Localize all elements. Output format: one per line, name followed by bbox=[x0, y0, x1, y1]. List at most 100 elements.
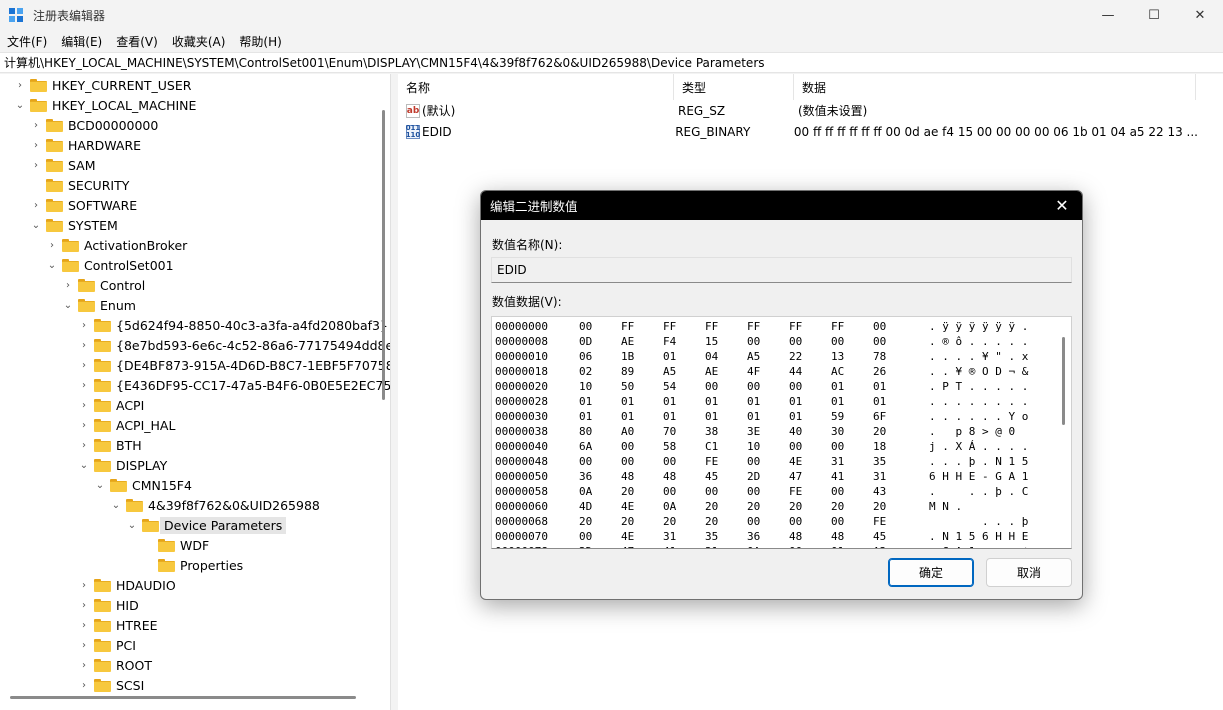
chevron-right-icon[interactable]: › bbox=[78, 615, 90, 635]
column-header-type[interactable]: 类型 bbox=[674, 74, 794, 100]
hex-address: 00000058 bbox=[495, 485, 548, 498]
column-header-data[interactable]: 数据 bbox=[794, 74, 1196, 100]
tree-node[interactable]: Properties bbox=[142, 555, 243, 575]
tree-node[interactable]: › {DE4BF873-915A-4D6D-B8C7-1EBF5F707588} bbox=[78, 355, 390, 375]
tree-node[interactable]: › SOFTWARE bbox=[30, 195, 137, 215]
chevron-right-icon[interactable]: › bbox=[78, 635, 90, 655]
chevron-down-icon[interactable]: ⌄ bbox=[14, 95, 26, 115]
tree-node[interactable]: › HKEY_CURRENT_USER bbox=[14, 75, 191, 95]
value-name-field[interactable]: EDID bbox=[491, 257, 1072, 283]
folder-icon bbox=[46, 178, 63, 192]
menu-edit[interactable]: 编辑(E) bbox=[54, 33, 109, 50]
chevron-right-icon[interactable]: › bbox=[30, 195, 42, 215]
tree-node[interactable]: ⌄ ControlSet001 bbox=[46, 255, 174, 275]
dialog-close-icon[interactable]: ✕ bbox=[1050, 191, 1074, 220]
tree-node[interactable]: ⌄ 4&39f8f762&0&UID265988 bbox=[110, 495, 320, 515]
menu-view[interactable]: 查看(V) bbox=[109, 33, 165, 50]
tree-node[interactable]: ⌄ Device Parameters bbox=[126, 515, 287, 535]
chevron-right-icon[interactable]: › bbox=[78, 595, 90, 615]
folder-icon bbox=[30, 98, 47, 112]
tree-node[interactable]: › HID bbox=[78, 595, 139, 615]
chevron-right-icon[interactable]: › bbox=[30, 115, 42, 135]
hex-row: 00000028 01 01 01 01 01 01 01 01 . . . . . . . . bbox=[495, 394, 1065, 409]
minimize-button[interactable]: — bbox=[1085, 0, 1131, 31]
tree-node[interactable]: › ActivationBroker bbox=[46, 235, 187, 255]
chevron-down-icon[interactable]: ⌄ bbox=[78, 455, 90, 475]
hex-byte: 47 bbox=[789, 470, 803, 483]
chevron-down-icon[interactable]: ⌄ bbox=[62, 295, 74, 315]
hex-byte: 20 bbox=[873, 500, 887, 513]
hex-byte: 4F bbox=[747, 365, 761, 378]
tree-node[interactable]: › BCD00000000 bbox=[30, 115, 158, 135]
tree-node[interactable]: ⌄ CMN15F4 bbox=[94, 475, 192, 495]
cancel-button[interactable]: 取消 bbox=[986, 558, 1072, 587]
chevron-down-icon[interactable]: ⌄ bbox=[46, 255, 58, 275]
hex-byte: 00 bbox=[747, 335, 761, 348]
chevron-down-icon[interactable]: ⌄ bbox=[30, 215, 42, 235]
chevron-right-icon[interactable]: › bbox=[78, 675, 90, 695]
hex-byte: 89 bbox=[621, 365, 635, 378]
tree-horizontal-scrollbar[interactable] bbox=[10, 696, 356, 699]
hex-row: 00000078 2D 47 41 31 0A 00 01 A2 - G A 1 . . . ¢ bbox=[495, 544, 1065, 548]
hex-byte: 0A bbox=[747, 544, 771, 548]
chevron-right-icon[interactable]: › bbox=[62, 275, 74, 295]
value-row[interactable]: ab (默认) REG_SZ (数值未设置) bbox=[398, 100, 1198, 121]
tree-node[interactable]: › ROOT bbox=[78, 655, 152, 675]
chevron-right-icon[interactable]: › bbox=[78, 375, 90, 395]
tree-node[interactable]: ⌄ HKEY_LOCAL_MACHINE bbox=[14, 95, 197, 115]
menu-file[interactable]: 文件(F) bbox=[0, 33, 54, 50]
chevron-right-icon[interactable]: › bbox=[30, 135, 42, 155]
ok-button[interactable]: 确定 bbox=[888, 558, 974, 587]
hex-byte: 00 bbox=[621, 455, 635, 468]
hex-address: 00000030 bbox=[495, 410, 548, 423]
chevron-right-icon[interactable]: › bbox=[78, 315, 90, 335]
chevron-right-icon[interactable]: › bbox=[78, 395, 90, 415]
tree-node[interactable]: › SAM bbox=[30, 155, 96, 175]
tree-node[interactable]: › {E436DF95-CC17-47a5-B4F6-0B0E5E2EC75D} bbox=[78, 375, 390, 395]
chevron-right-icon[interactable]: › bbox=[78, 575, 90, 595]
chevron-right-icon[interactable]: › bbox=[30, 155, 42, 175]
tree-node[interactable]: › {8e7bd593-6e6c-4c52-86a6-77175494dd8e} bbox=[78, 335, 390, 355]
tree-node-label: 4&39f8f762&0&UID265988 bbox=[148, 497, 320, 513]
close-button[interactable]: ✕ bbox=[1177, 0, 1223, 31]
tree-node[interactable]: › SCSI bbox=[78, 675, 144, 695]
tree-node[interactable]: › HTREE bbox=[78, 615, 158, 635]
tree-node[interactable]: › {5d624f94-8850-40c3-a3fa-a4fd2080baf3} bbox=[78, 315, 388, 335]
value-row[interactable]: 011 110 EDID REG_BINARY 00 ff ff ff ff f… bbox=[398, 121, 1198, 142]
chevron-right-icon[interactable]: › bbox=[78, 415, 90, 435]
column-header-name[interactable]: 名称 bbox=[398, 74, 674, 100]
tree-vertical-scrollbar[interactable] bbox=[382, 110, 385, 400]
chevron-right-icon[interactable]: › bbox=[78, 435, 90, 455]
pane-splitter[interactable] bbox=[390, 74, 398, 710]
hex-byte: AE bbox=[705, 365, 719, 378]
tree-node[interactable]: › BTH bbox=[78, 435, 142, 455]
address-bar[interactable]: 计算机\HKEY_LOCAL_MACHINE\SYSTEM\ControlSet… bbox=[0, 52, 1223, 73]
tree-node[interactable]: › HARDWARE bbox=[30, 135, 141, 155]
tree-node-label: CMN15F4 bbox=[132, 477, 192, 493]
tree-node[interactable]: WDF bbox=[142, 535, 209, 555]
tree-node[interactable]: › ACPI_HAL bbox=[78, 415, 175, 435]
chevron-down-icon[interactable]: ⌄ bbox=[110, 495, 122, 515]
tree-node[interactable]: ⌄ DISPLAY bbox=[78, 455, 167, 475]
hex-editor[interactable]: 00000000 00 FF FF FF FF FF FF 00. ÿ ÿ ÿ ÿ ÿ ÿ .0… bbox=[491, 316, 1072, 549]
tree-node-label: Device Parameters bbox=[160, 516, 287, 534]
hex-byte: 01 bbox=[663, 350, 677, 363]
menu-help[interactable]: 帮助(H) bbox=[232, 33, 288, 50]
chevron-right-icon[interactable]: › bbox=[78, 655, 90, 675]
chevron-right-icon[interactable]: › bbox=[46, 235, 58, 255]
chevron-down-icon[interactable]: ⌄ bbox=[94, 475, 106, 495]
folder-icon bbox=[94, 338, 111, 352]
tree-node[interactable]: › Control bbox=[62, 275, 145, 295]
chevron-right-icon[interactable]: › bbox=[14, 75, 26, 95]
maximize-button[interactable]: ☐ bbox=[1131, 0, 1177, 31]
tree-node[interactable]: › HDAUDIO bbox=[78, 575, 176, 595]
tree-node[interactable]: ⌄ Enum bbox=[62, 295, 136, 315]
chevron-right-icon[interactable]: › bbox=[78, 335, 90, 355]
tree-node[interactable]: ⌄ SYSTEM bbox=[30, 215, 118, 235]
menu-favorites[interactable]: 收藏夹(A) bbox=[165, 33, 233, 50]
tree-node[interactable]: SECURITY bbox=[30, 175, 129, 195]
tree-node[interactable]: › ACPI bbox=[78, 395, 144, 415]
tree-node[interactable]: › PCI bbox=[78, 635, 136, 655]
chevron-right-icon[interactable]: › bbox=[78, 355, 90, 375]
chevron-down-icon[interactable]: ⌄ bbox=[126, 515, 138, 535]
